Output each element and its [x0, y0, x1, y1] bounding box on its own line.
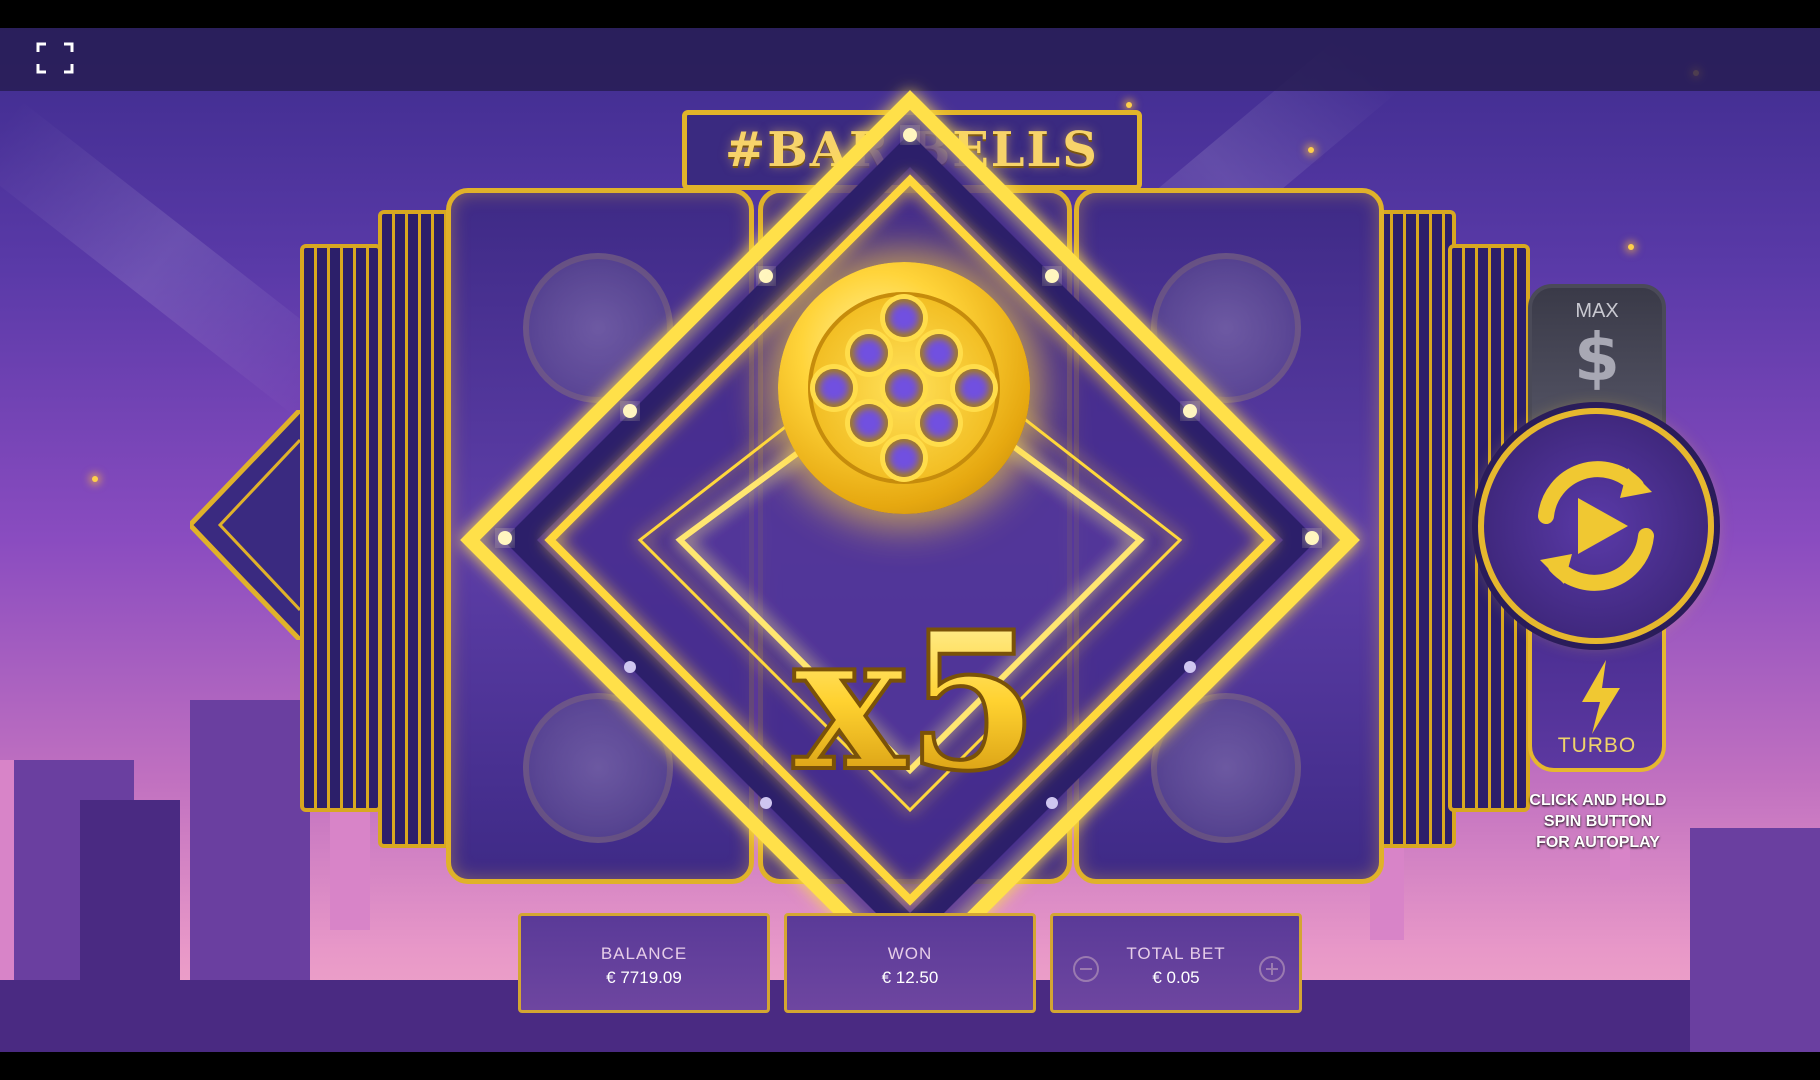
- coin-symbol: [1151, 693, 1301, 843]
- sparkle: [1308, 147, 1314, 153]
- sparkle: [1126, 102, 1132, 108]
- game-stage: #BAR BELLS x5 BALANCE € 7719.09 WON € 12…: [0, 0, 1820, 1080]
- light-ray: [0, 100, 351, 422]
- fullscreen-icon[interactable]: [36, 42, 74, 74]
- spin-icon: [1538, 461, 1654, 591]
- multiplier-text: x5: [793, 600, 1038, 800]
- win-coin-symbol: [778, 262, 1030, 514]
- plus-icon-vertical: [1271, 963, 1273, 975]
- won-value: € 12.50: [881, 968, 939, 987]
- balance-label: BALANCE: [600, 944, 688, 963]
- total-bet-meter: TOTAL BET € 0.05: [1050, 913, 1302, 1013]
- coin-dot: [885, 299, 923, 337]
- left-wing-ornament: [190, 410, 300, 640]
- reel-1: [446, 188, 754, 884]
- coin-dot: [885, 439, 923, 477]
- game-logo: #BAR BELLS: [682, 110, 1142, 190]
- reel-3: [1074, 188, 1384, 884]
- turbo-label: TURBO: [1557, 734, 1637, 757]
- building: [330, 800, 370, 930]
- coin-symbol: [523, 693, 673, 843]
- win-multiplier: x5: [791, 600, 1040, 800]
- reel-frame-left-outer: [300, 244, 382, 812]
- reel-frame-right-inner: [1376, 210, 1456, 848]
- decrease-bet-button[interactable]: [1073, 956, 1099, 982]
- spin-button[interactable]: [1478, 408, 1714, 644]
- coin-dot: [885, 369, 923, 407]
- dollar-icon: $: [1574, 319, 1620, 396]
- lightning-icon: [1582, 660, 1620, 734]
- minus-icon: [1080, 968, 1092, 970]
- coin-dot: [850, 404, 888, 442]
- coin-symbol: [1151, 253, 1301, 403]
- autoplay-hint-line: SPIN BUTTON: [1543, 813, 1653, 830]
- top-black-bar: [0, 0, 1820, 28]
- coin-dot: [850, 334, 888, 372]
- building: [0, 760, 14, 980]
- coin-symbol: [523, 253, 673, 403]
- coin-dot: [815, 369, 853, 407]
- turbo-button[interactable]: TURBO: [1528, 622, 1666, 772]
- coin-dot: [955, 369, 993, 407]
- balance-value: € 7719.09: [606, 968, 682, 987]
- game-logo-text: #BAR BELLS: [725, 122, 1099, 178]
- sparkle: [1628, 244, 1634, 250]
- sparkle: [92, 476, 98, 482]
- autoplay-hint: CLICK AND HOLD SPIN BUTTON FOR AUTOPLAY: [1500, 790, 1696, 853]
- won-label: WON: [887, 944, 933, 963]
- balance-meter: BALANCE € 7719.09: [518, 913, 770, 1013]
- increase-bet-button[interactable]: [1259, 956, 1285, 982]
- coin-dot: [920, 404, 958, 442]
- bottom-black-bar: [0, 1052, 1820, 1080]
- top-hud-bar: [0, 28, 1820, 91]
- coin-dot: [920, 334, 958, 372]
- building: [1690, 828, 1820, 1060]
- autoplay-hint-line: CLICK AND HOLD: [1529, 792, 1667, 809]
- autoplay-hint-line: FOR AUTOPLAY: [1536, 834, 1660, 851]
- won-meter: WON € 12.50: [784, 913, 1036, 1013]
